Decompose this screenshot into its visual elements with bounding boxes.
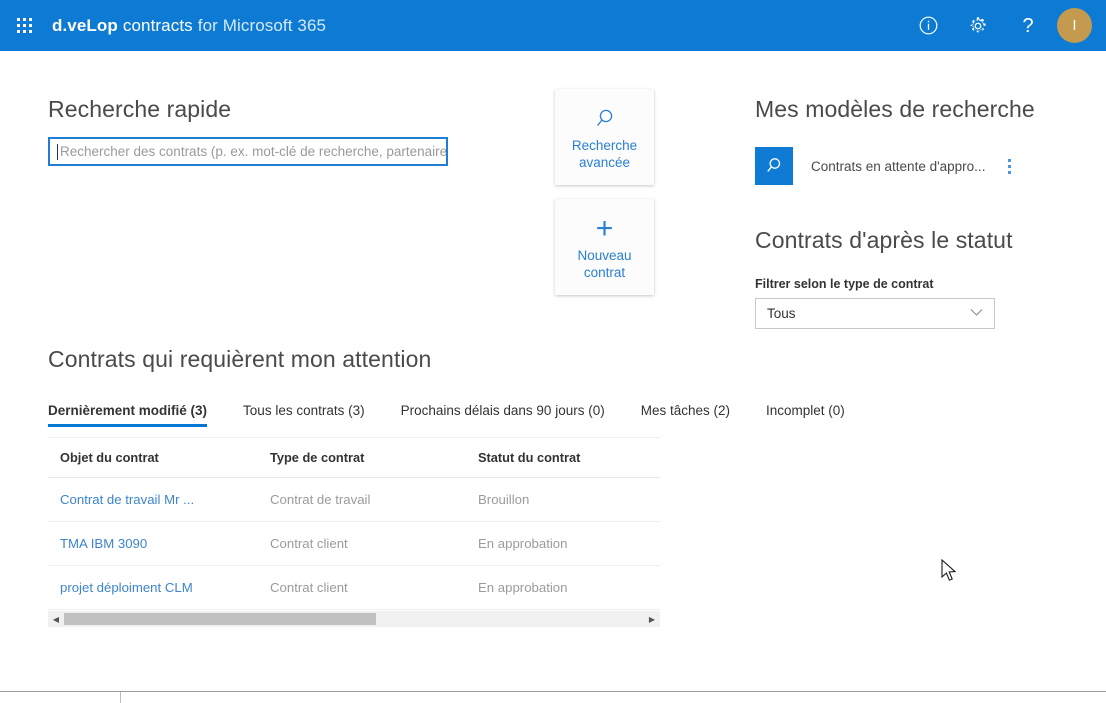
advanced-search-card[interactable]: Recherche avancée — [555, 89, 654, 185]
action-cards: Recherche avancée + Nouveau contrat — [555, 89, 654, 295]
search-templates-title: Mes modèles de recherche — [755, 96, 1035, 122]
search-template-item[interactable]: Contrats en attente d'appro... — [755, 147, 1075, 185]
table-row[interactable]: projet déploiment CLM Contrat client En … — [48, 565, 660, 610]
contracts-by-status-title: Contrats d'après le statut — [755, 227, 1013, 253]
contracts-table-wrapper: Objet du contrat Type de contrat Statut … — [48, 437, 660, 610]
tab-upcoming-deadlines[interactable]: Prochains délais dans 90 jours (0) — [401, 403, 605, 427]
brand-primary: d.veLop — [52, 15, 118, 35]
plus-icon: + — [595, 212, 614, 245]
brand-title: d.veLop contracts for Microsoft 365 — [52, 16, 326, 36]
contract-type-filter-label: Filtrer selon le type de contrat — [755, 277, 934, 291]
cell-type: Contrat client — [258, 565, 466, 610]
mouse-cursor — [941, 558, 959, 589]
window-bottom-edge — [0, 691, 1106, 703]
question-mark-icon: ? — [1022, 14, 1034, 37]
avatar-initial: I — [1072, 17, 1077, 34]
info-button[interactable] — [903, 0, 953, 51]
cell-subject[interactable]: projet déploiment CLM — [48, 565, 258, 610]
table-horizontal-scrollbar[interactable]: ◀ ▶ — [48, 610, 660, 627]
cell-subject[interactable]: Contrat de travail Mr ... — [48, 477, 258, 522]
settings-button[interactable] — [953, 0, 1003, 51]
new-contract-label-line1: Nouveau — [577, 248, 632, 263]
magnifier-icon — [559, 105, 650, 133]
chevron-down-icon — [970, 308, 983, 320]
new-contract-card[interactable]: + Nouveau contrat — [555, 199, 654, 295]
contracts-tabs: Dernièrement modifié (3) Tous les contra… — [48, 403, 845, 427]
advanced-search-label-line1: Recherche — [571, 138, 638, 153]
quick-search-title: Recherche rapide — [48, 96, 232, 122]
app-header: d.veLop contracts for Microsoft 365 ? I — [0, 0, 1106, 51]
quick-search-section: Recherche rapide Rechercher des contrats… — [48, 96, 458, 166]
kebab-menu-icon[interactable] — [1001, 155, 1017, 177]
column-header-subject[interactable]: Objet du contrat — [48, 438, 258, 478]
contracts-by-status-section: Contrats d'après le statut Filtrer selon… — [755, 227, 1075, 329]
avatar[interactable]: I — [1057, 8, 1092, 43]
brand-secondary: contracts — [122, 15, 193, 35]
new-contract-label-line2: contrat — [583, 265, 626, 280]
gear-icon — [968, 16, 988, 36]
right-column: Mes modèles de recherche Contrats en att… — [755, 96, 1075, 329]
contract-type-select-value: Tous — [767, 306, 796, 321]
advanced-search-label-line2: avancée — [578, 155, 631, 170]
header-actions: ? I — [903, 0, 1106, 51]
column-header-type[interactable]: Type de contrat — [258, 438, 466, 478]
column-header-status[interactable]: Statut du contrat — [466, 438, 660, 478]
text-caret — [57, 143, 58, 160]
cell-type: Contrat de travail — [258, 477, 466, 522]
scrollbar-track[interactable] — [64, 611, 644, 627]
scrollbar-thumb[interactable] — [64, 613, 376, 625]
table-row[interactable]: Contrat de travail Mr ... Contrat de tra… — [48, 477, 660, 522]
tab-recently-modified[interactable]: Dernièrement modifié (3) — [48, 403, 208, 427]
scroll-left-arrow-icon[interactable]: ◀ — [48, 611, 64, 627]
cell-status: Brouillon — [466, 477, 660, 522]
table-header-row: Objet du contrat Type de contrat Statut … — [48, 438, 660, 478]
contracts-attention-title: Contrats qui requièrent mon attention — [48, 346, 432, 372]
search-template-label[interactable]: Contrats en attente d'appro... — [811, 159, 985, 174]
info-circle-icon — [919, 16, 938, 35]
template-magnifier-icon[interactable] — [755, 147, 793, 185]
tab-incomplete[interactable]: Incomplet (0) — [766, 403, 845, 427]
contract-type-select[interactable]: Tous — [755, 298, 995, 329]
search-input-placeholder: Rechercher des contrats (p. ex. mot-clé … — [60, 144, 446, 159]
tab-my-tasks[interactable]: Mes tâches (2) — [641, 403, 730, 427]
cell-status: En approbation — [466, 521, 660, 566]
bottom-edge-divider — [120, 692, 121, 703]
cell-type: Contrat client — [258, 521, 466, 566]
search-input[interactable]: Rechercher des contrats (p. ex. mot-clé … — [48, 137, 448, 166]
scroll-right-arrow-icon[interactable]: ▶ — [644, 611, 660, 627]
help-button[interactable]: ? — [1003, 0, 1053, 51]
brand-tertiary: for Microsoft 365 — [197, 15, 327, 35]
app-launcher-grid-icon — [16, 18, 32, 33]
contracts-table: Objet du contrat Type de contrat Statut … — [48, 438, 660, 610]
contracts-attention-section: Contrats qui requièrent mon attention De… — [48, 346, 845, 627]
tab-all-contracts[interactable]: Tous les contrats (3) — [243, 403, 365, 427]
cell-subject[interactable]: TMA IBM 3090 — [48, 521, 258, 566]
app-launcher-button[interactable] — [0, 0, 48, 51]
cell-status: En approbation — [466, 565, 660, 610]
page-body: Recherche rapide Rechercher des contrats… — [0, 51, 1106, 692]
table-row[interactable]: TMA IBM 3090 Contrat client En approbati… — [48, 521, 660, 566]
